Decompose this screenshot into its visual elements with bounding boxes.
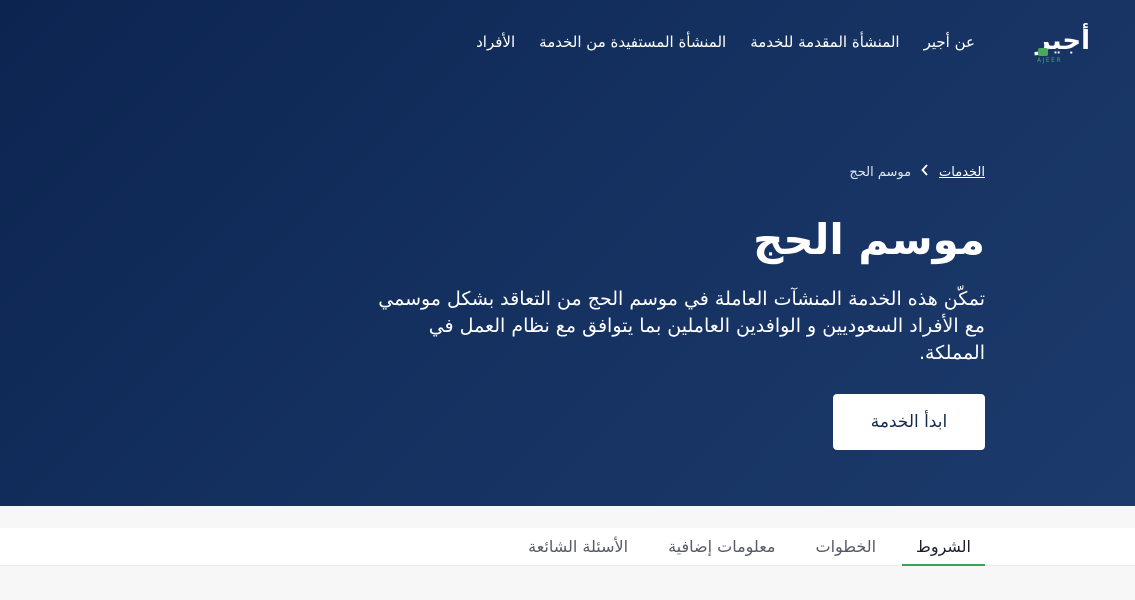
tab-conditions[interactable]: الشروط	[902, 528, 985, 566]
tab-steps[interactable]: الخطوات	[802, 528, 891, 565]
hero-section: أجير AJEER عن أجير المنشأة المقدمة للخدم…	[0, 0, 1135, 506]
page: أجير AJEER عن أجير المنشأة المقدمة للخدم…	[0, 0, 1135, 600]
nav-item-service-provider[interactable]: المنشأة المقدمة للخدمة	[750, 33, 899, 51]
tabs-bar: الشروط الخطوات معلومات إضافية الأسئلة ال…	[0, 528, 1135, 566]
breadcrumb: الخدمات موسم الحج	[849, 164, 985, 180]
logo-subtext: AJEER	[1037, 57, 1063, 64]
nav-item-about[interactable]: عن أجير	[924, 33, 975, 51]
ajeer-logo[interactable]: أجير AJEER	[1028, 24, 1098, 68]
tab-list: الشروط الخطوات معلومات إضافية الأسئلة ال…	[502, 528, 985, 566]
service-description: تمكّن هذه الخدمة المنشآت العاملة في موسم…	[378, 288, 985, 364]
breadcrumb-current: موسم الحج	[849, 164, 912, 180]
breadcrumb-services-link[interactable]: الخدمات	[939, 165, 985, 180]
nav-item-service-beneficiary[interactable]: المنشأة المستفيدة من الخدمة	[539, 33, 726, 51]
start-service-button[interactable]: ابدأ الخدمة	[833, 394, 985, 450]
logo-accent-mark	[1038, 48, 1048, 56]
nav-item-individuals[interactable]: الأفراد	[476, 33, 515, 51]
tab-additional-info[interactable]: معلومات إضافية	[654, 528, 789, 565]
chevron-left-icon	[921, 164, 929, 180]
main-nav: عن أجير المنشأة المقدمة للخدمة المنشأة ا…	[476, 33, 975, 51]
page-title: موسم الحج	[753, 215, 985, 264]
tab-faq[interactable]: الأسئلة الشائعة	[514, 528, 642, 565]
